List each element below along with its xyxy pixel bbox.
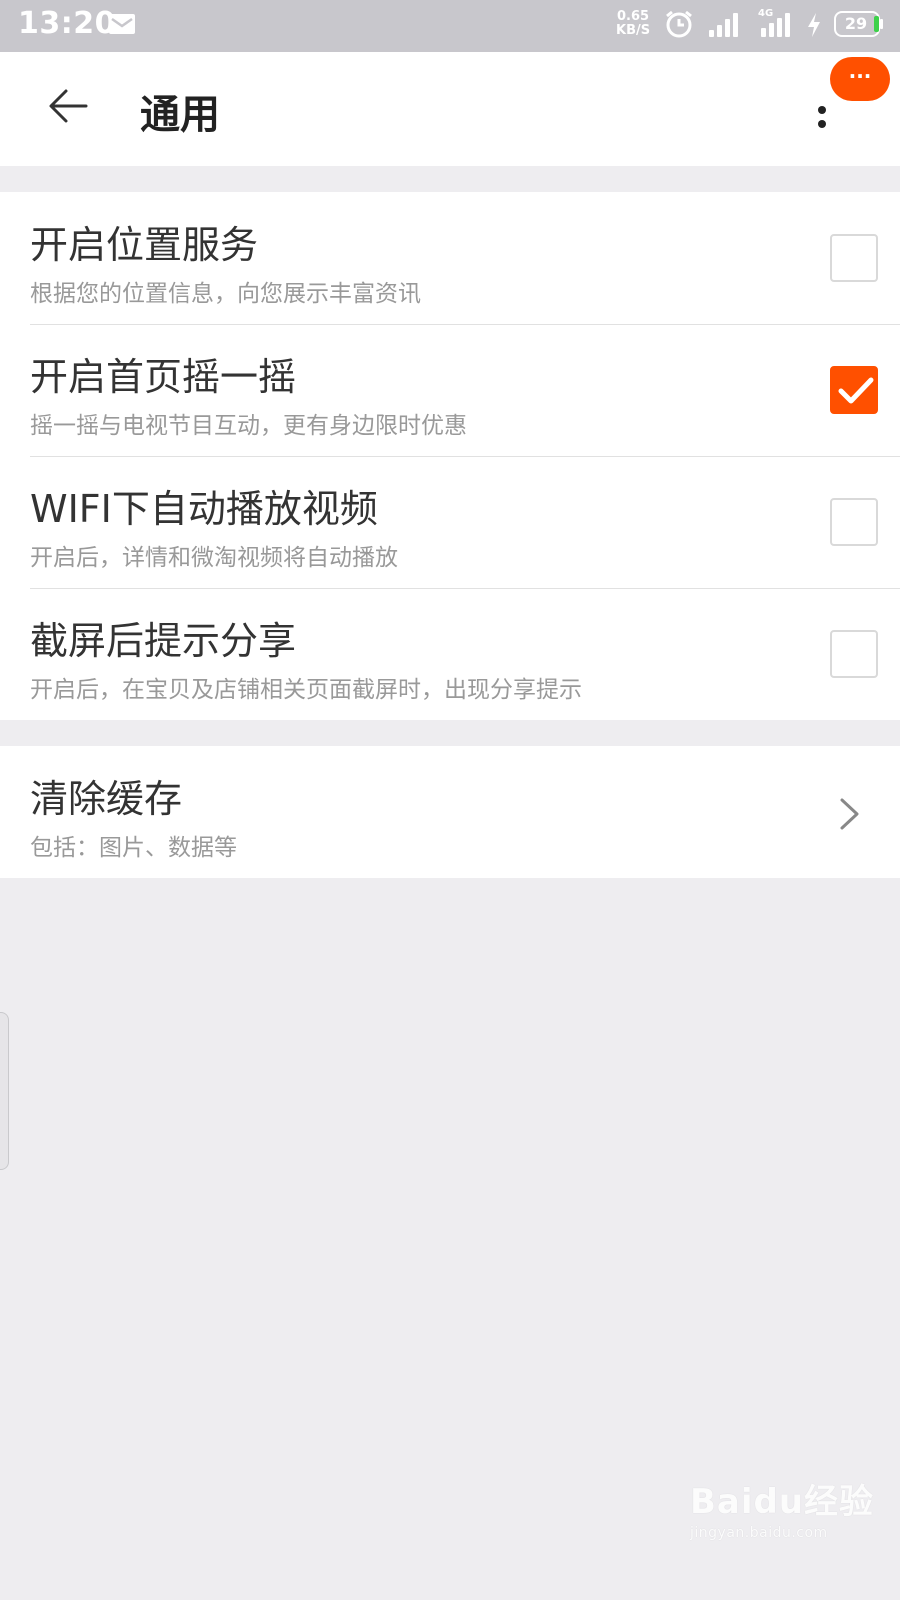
battery-icon: 29 [834, 11, 884, 37]
signal-icon [709, 13, 738, 37]
watermark-sub: jingyan.baidu.com [690, 1525, 828, 1541]
check-icon [838, 377, 874, 404]
setting-subtitle: 根据您的位置信息，向您展示丰富资讯 [30, 281, 421, 307]
watermark-main: Baidu经验 [690, 1482, 875, 1522]
app-bar: 通用 [0, 52, 900, 166]
charging-icon [808, 13, 820, 37]
signal-4g-icon [761, 13, 790, 37]
setting-title: 开启位置服务 [30, 223, 259, 267]
setting-row-shake[interactable]: 开启首页摇一摇 摇一摇与电视节目互动，更有身边限时优惠 [0, 324, 900, 456]
autoplay-checkbox[interactable] [830, 498, 878, 546]
message-icon [109, 14, 135, 34]
network-speed: 0.65 KB/S [616, 9, 651, 38]
setting-row-location[interactable]: 开启位置服务 根据您的位置信息，向您展示丰富资讯 [0, 192, 900, 324]
setting-row-screenshot-share[interactable]: 截屏后提示分享 开启后，在宝贝及店铺相关页面截屏时，出现分享提示 [0, 588, 900, 720]
more-vertical-icon[interactable] [812, 102, 832, 182]
setting-title: 截屏后提示分享 [30, 619, 297, 663]
alarm-icon [666, 10, 692, 38]
setting-subtitle: 开启后，详情和微淘视频将自动播放 [30, 545, 398, 571]
cache-group: 清除缓存 包括：图片、数据等 [0, 746, 900, 878]
battery-level: 29 [844, 14, 868, 33]
back-arrow-icon[interactable] [44, 82, 92, 130]
side-handle[interactable] [0, 1012, 9, 1170]
more-menu-badge[interactable]: ··· [830, 57, 890, 101]
setting-subtitle: 摇一摇与电视节目互动，更有身边限时优惠 [30, 413, 467, 439]
shake-checkbox[interactable] [830, 366, 878, 414]
clear-cache-row[interactable]: 清除缓存 包括：图片、数据等 [0, 746, 900, 878]
settings-group: 开启位置服务 根据您的位置信息，向您展示丰富资讯 开启首页摇一摇 摇一摇与电视节… [0, 192, 900, 720]
clear-cache-title: 清除缓存 [30, 777, 183, 821]
page-title: 通用 [140, 92, 220, 138]
setting-row-autoplay[interactable]: WIFI下自动播放视频 开启后，详情和微淘视频将自动播放 [0, 456, 900, 588]
chevron-right-icon [840, 798, 859, 830]
status-bar: 13:20 0.65 KB/S 4G 29 [0, 0, 900, 52]
screenshot-share-checkbox[interactable] [830, 630, 878, 678]
setting-title: WIFI下自动播放视频 [30, 487, 378, 531]
status-time: 13:20 [18, 6, 116, 41]
setting-subtitle: 开启后，在宝贝及店铺相关页面截屏时，出现分享提示 [30, 677, 582, 703]
location-checkbox[interactable] [830, 234, 878, 282]
setting-title: 开启首页摇一摇 [30, 355, 297, 399]
clear-cache-subtitle: 包括：图片、数据等 [30, 835, 237, 861]
watermark: Baidu经验 jingyan.baidu.com [690, 1474, 874, 1541]
